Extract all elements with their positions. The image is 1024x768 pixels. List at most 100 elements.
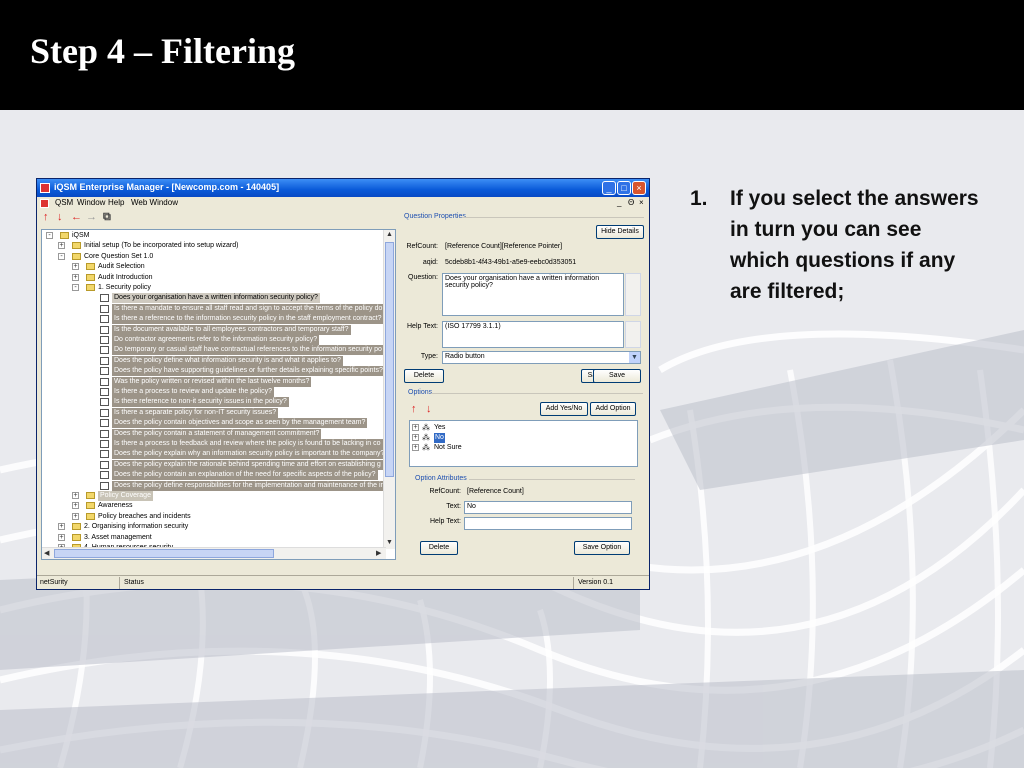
question-icon	[100, 367, 109, 376]
tree-node[interactable]: - iQSM	[42, 231, 382, 241]
tree-node-label: 3. Asset management	[84, 533, 152, 541]
question-icon	[100, 336, 109, 344]
mdi-close-icon[interactable]: ×	[639, 198, 644, 207]
tree-node[interactable]: Is there a separate policy for non-IT se…	[42, 407, 382, 418]
tree-node[interactable]: - Core Question Set 1.0	[42, 252, 382, 262]
menu-window[interactable]: Window	[77, 198, 105, 207]
expand-icon[interactable]: +	[58, 242, 65, 250]
folder-icon	[86, 273, 95, 281]
scroll-right-icon[interactable]: ▶	[376, 549, 381, 557]
collapse-icon[interactable]: -	[58, 252, 65, 260]
tree-node[interactable]: Is there a process to review and update …	[42, 387, 382, 397]
tree-node[interactable]: Do contractor agreements refer to the in…	[42, 335, 382, 345]
expand-icon[interactable]: +	[412, 424, 419, 431]
expand-icon[interactable]: +	[58, 533, 65, 541]
option-move-down-icon[interactable]: ↓	[426, 404, 432, 415]
tree-node[interactable]: Does the policy contain objectives and s…	[42, 418, 382, 429]
folder-icon	[86, 502, 95, 510]
tree-horizontal-scroll-thumb[interactable]	[54, 549, 274, 558]
menu-qsm[interactable]: QSM	[55, 198, 73, 207]
scroll-left-icon[interactable]: ◀	[44, 549, 49, 557]
expand-icon[interactable]: +	[412, 444, 419, 451]
expand-icon[interactable]: +	[72, 512, 79, 520]
tree-node[interactable]: Does the policy define what information …	[42, 355, 382, 366]
tree-node[interactable]: Is there a process to feedback and revie…	[42, 439, 383, 449]
tree-node[interactable]: Does the policy explain why an informati…	[42, 449, 387, 460]
question-icon	[100, 325, 109, 334]
tree-node[interactable]: + Initial setup (To be incorporated into …	[42, 241, 382, 251]
save-button[interactable]: Save	[593, 369, 641, 383]
option-text-input[interactable]: No	[464, 501, 632, 514]
tree-node[interactable]: +3. Asset management	[42, 533, 382, 543]
tree-node-label: Does the policy explain the rationale be…	[112, 459, 383, 470]
tree-node[interactable]: Is there a reference to the information …	[42, 314, 384, 325]
tree-node[interactable]: + Policy breaches and incidents	[42, 512, 382, 522]
tree-node[interactable]: + Audit Selection	[42, 262, 382, 272]
tree-node[interactable]: Was the policy written or revised within…	[42, 376, 382, 387]
expand-icon[interactable]: +	[72, 502, 79, 510]
back-icon[interactable]: ←	[71, 212, 82, 223]
tree-node[interactable]: +2. Organising information security	[42, 522, 382, 532]
tree-vertical-scroll-thumb[interactable]	[385, 242, 394, 477]
tree-node[interactable]: Does the policy define responsibilities …	[42, 480, 387, 491]
tree-node[interactable]: Do temporary or casual staff have contra…	[42, 345, 384, 356]
tree-node[interactable]: - 1. Security policy	[42, 283, 382, 293]
save-option-button[interactable]: Save Option	[574, 541, 630, 555]
move-down-icon[interactable]: ↓	[57, 212, 63, 223]
menu-web-window[interactable]: Web Window	[131, 198, 178, 207]
tree-node[interactable]: Is there reference to non-it security is…	[42, 397, 382, 408]
option-refcount-value: [Reference Count]	[467, 488, 524, 495]
tree-vertical-scrollbar[interactable]: ▲ ▼	[383, 230, 395, 549]
expand-icon[interactable]: +	[72, 492, 79, 499]
option-label: Yes	[434, 424, 446, 431]
delete-option-button[interactable]: Delete	[420, 541, 458, 555]
option-move-up-icon[interactable]: ↑	[411, 404, 417, 415]
mdi-restore-icon[interactable]: Θ	[628, 198, 634, 207]
tree-node-label: Is there a process to feedback and revie…	[112, 439, 383, 449]
move-up-icon[interactable]: ↑	[43, 212, 49, 223]
menu-help[interactable]: Help	[108, 198, 124, 207]
copy-icon[interactable]: ⧉	[103, 212, 111, 223]
tree-node[interactable]: + Policy Coverage	[42, 491, 382, 501]
tree-node-label: Policy breaches and incidents	[98, 512, 191, 520]
options-list[interactable]: + ⁂ Yes + ⁂ No + ⁂ Not Sure	[409, 420, 638, 467]
tree-node-label: Does the policy contain objectives and s…	[112, 418, 368, 429]
expand-icon[interactable]: +	[72, 263, 79, 271]
menubar: QSM Window Help Web Window _ Θ ×	[37, 197, 649, 209]
minimize-icon[interactable]: _	[602, 181, 616, 195]
expand-icon[interactable]: +	[58, 523, 65, 531]
status-text: Status	[124, 579, 144, 586]
tree-node[interactable]: Does the policy contain an explanation o…	[42, 470, 382, 481]
tree-horizontal-scrollbar[interactable]: ◀ ▶	[42, 547, 386, 559]
caption-number: 1.	[690, 187, 708, 210]
tree-node[interactable]: Is the document available to all employe…	[42, 324, 382, 335]
scroll-up-icon[interactable]: ▲	[386, 231, 393, 238]
question-tree[interactable]: - iQSM + Initial setup (To be incorporated …	[41, 229, 396, 560]
add-yes-no-button[interactable]: Add Yes/No	[540, 402, 588, 416]
folder-icon	[86, 263, 95, 271]
folder-icon	[60, 232, 69, 239]
tree-node[interactable]: Does the policy contain a statement of m…	[42, 428, 382, 439]
tree-node[interactable]: + Awareness	[42, 501, 382, 511]
question-icon	[100, 460, 109, 469]
close-icon[interactable]: ×	[632, 181, 646, 195]
expand-icon[interactable]: +	[412, 434, 419, 441]
collapse-icon[interactable]: -	[46, 232, 53, 239]
window-titlebar[interactable]: iQSM Enterprise Manager - [Newcomp.com -…	[37, 179, 649, 197]
forward-icon[interactable]: →	[86, 212, 97, 223]
mdi-minimize-icon[interactable]: _	[617, 198, 621, 207]
scroll-down-icon[interactable]: ▼	[386, 539, 393, 546]
collapse-icon[interactable]: -	[72, 284, 79, 291]
maximize-icon[interactable]: □	[617, 181, 631, 195]
tree-node[interactable]: Does the policy explain the rationale be…	[42, 459, 383, 470]
tree-node-label: Does the policy contain an explanation o…	[112, 470, 378, 481]
tree-node[interactable]: + Audit Introduction	[42, 273, 382, 283]
tree-node[interactable]: Does the policy have supporting guidelin…	[42, 366, 385, 377]
folder-icon	[86, 284, 95, 291]
option-helptext-input[interactable]	[464, 517, 632, 530]
add-option-button[interactable]: Add Option	[590, 402, 636, 416]
tree-node-label: Do temporary or casual staff have contra…	[112, 345, 384, 356]
tree-node[interactable]: Does your organisation have a written in…	[42, 293, 382, 304]
expand-icon[interactable]: +	[72, 273, 79, 281]
tree-node[interactable]: Is there a mandate to ensure all staff r…	[42, 303, 385, 314]
